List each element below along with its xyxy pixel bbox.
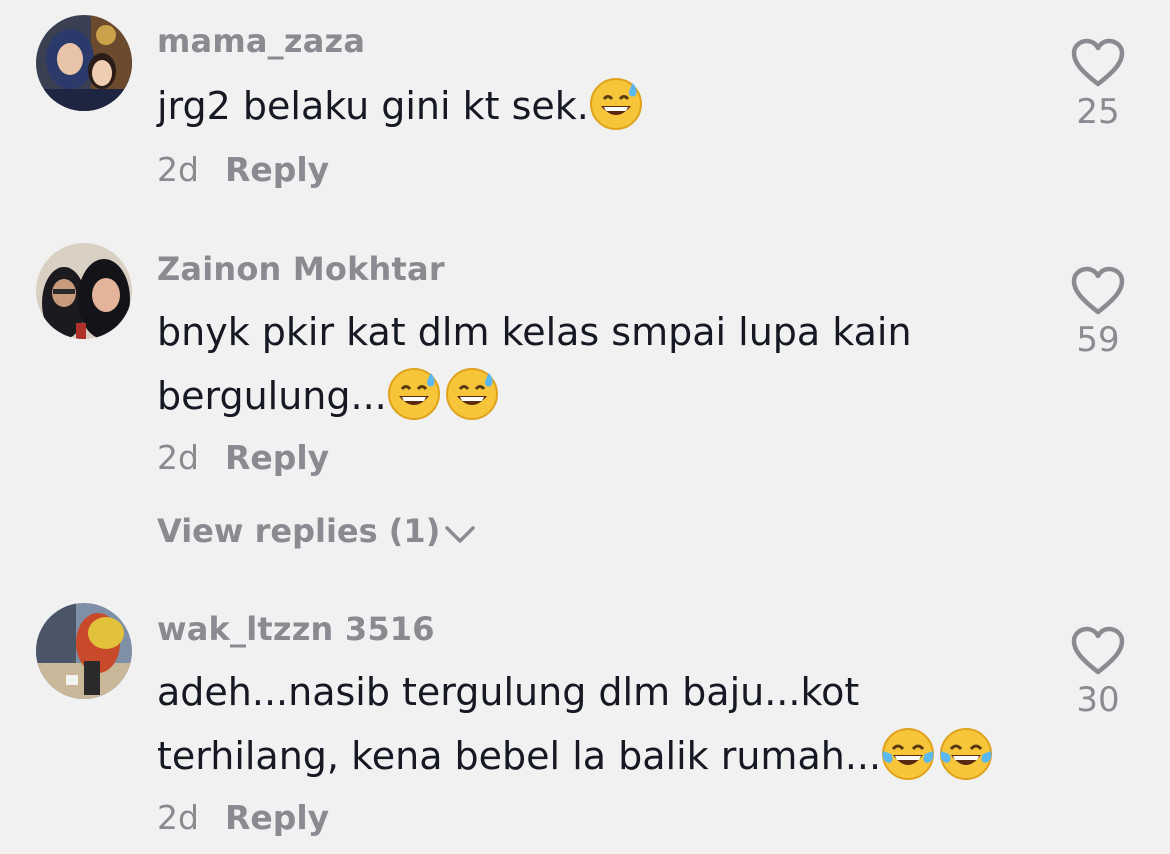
like-count: 59 bbox=[1076, 320, 1120, 360]
comment-text-line-2: bergulung... bbox=[157, 374, 387, 418]
comment-meta: 2d Reply bbox=[157, 438, 329, 477]
comment-meta: 2d Reply bbox=[157, 150, 329, 189]
reply-button[interactable]: Reply bbox=[225, 798, 329, 837]
avatar[interactable] bbox=[36, 603, 132, 699]
like-count: 25 bbox=[1076, 92, 1120, 132]
chevron-down-icon bbox=[445, 526, 476, 543]
reply-button[interactable]: Reply bbox=[225, 150, 329, 189]
tears-of-joy-emoji bbox=[940, 728, 993, 780]
avatar[interactable] bbox=[36, 15, 132, 111]
like-button[interactable]: 30 bbox=[1060, 626, 1136, 720]
comment-username[interactable]: Zainon Mokhtar bbox=[157, 250, 445, 288]
heart-icon[interactable] bbox=[1070, 38, 1126, 88]
like-button[interactable]: 25 bbox=[1060, 38, 1136, 132]
sweat-smile-emoji bbox=[387, 368, 440, 420]
comment-text: bnyk pkir kat dlm kelas smpai lupa kain … bbox=[157, 300, 1037, 428]
heart-icon[interactable] bbox=[1070, 266, 1126, 316]
heart-icon[interactable] bbox=[1070, 626, 1126, 676]
comment-time: 2d bbox=[157, 798, 199, 837]
like-button[interactable]: 59 bbox=[1060, 266, 1136, 360]
comment-username[interactable]: mama_zaza bbox=[157, 22, 365, 60]
view-replies-button[interactable]: View replies (1) bbox=[157, 512, 476, 550]
comment-time: 2d bbox=[157, 150, 199, 189]
comment-item: mama_zaza jrg2 belaku gini kt sek. 2d Rep… bbox=[0, 0, 1170, 200]
comment-username[interactable]: wak_ltzzn 3516 bbox=[157, 610, 435, 648]
view-replies-label: View replies (1) bbox=[157, 512, 441, 550]
comment-text: adeh...nasib tergulung dlm baju...kot te… bbox=[157, 660, 1037, 788]
sweat-smile-emoji bbox=[589, 78, 642, 130]
comment-text: jrg2 belaku gini kt sek. bbox=[157, 74, 1037, 138]
comment-time: 2d bbox=[157, 438, 199, 477]
comment-text-line-1: bnyk pkir kat dlm kelas smpai lupa kain bbox=[157, 310, 912, 354]
sweat-smile-emoji bbox=[445, 368, 498, 420]
comment-text-line-2: terhilang, kena bebel la balik rumah... bbox=[157, 734, 882, 778]
avatar[interactable] bbox=[36, 243, 132, 339]
like-count: 30 bbox=[1076, 680, 1120, 720]
comment-text-line-1: adeh...nasib tergulung dlm baju...kot bbox=[157, 670, 860, 714]
comment-text-body: jrg2 belaku gini kt sek. bbox=[157, 84, 589, 128]
tears-of-joy-emoji bbox=[882, 728, 935, 780]
reply-button[interactable]: Reply bbox=[225, 438, 329, 477]
comment-meta: 2d Reply bbox=[157, 798, 329, 837]
